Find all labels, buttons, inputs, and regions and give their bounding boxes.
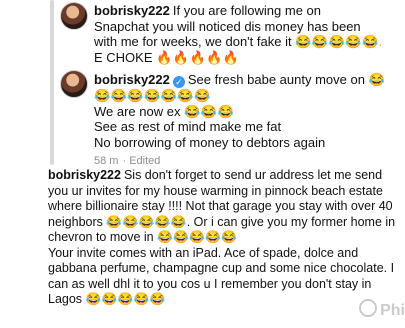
timestamp: 58 m xyxy=(94,155,119,167)
laughing-emoji-icon: 😂😂😂😂😂😂😂 xyxy=(94,88,211,103)
comment-text: Snapchat you will noticed dis money has … xyxy=(94,18,361,34)
fire-emoji-icon: 🔥🔥🔥🔥🔥 xyxy=(156,49,240,65)
comment-text: Your invite comes with an iPad. Ace of s… xyxy=(48,245,359,260)
watermark: Phi xyxy=(359,299,405,320)
comment-text: gabbana perfume, champagne cup and some … xyxy=(48,261,395,275)
comment-text: where billionaire stay !!!! Not that gar… xyxy=(48,199,393,213)
comment-thread: bobrisky222 If you are following me on Sn… xyxy=(0,0,405,328)
comment-text: chevron to move in xyxy=(48,230,154,244)
comment-1: bobrisky222 If you are following me on Sn… xyxy=(94,3,394,65)
laughing-emoji-icon: 😂😂😂 xyxy=(184,103,235,119)
comment-text: neighbors xyxy=(48,214,103,229)
comment-text: See fresh babe aunty move on xyxy=(187,72,365,87)
avatar[interactable] xyxy=(60,2,88,30)
comment-text: If you are following me on xyxy=(172,3,322,18)
watermark-text: Phi xyxy=(380,302,405,319)
comment-text: No borrowing of money to debtors again xyxy=(94,134,326,150)
watermark-icon xyxy=(359,299,378,317)
comment-text: E CHOKE xyxy=(94,49,153,65)
laughing-emoji-icon: 😂 xyxy=(368,72,386,87)
comment-text: We are now ex xyxy=(94,103,181,119)
comment-text: Lagos xyxy=(48,292,83,306)
comment-text: . Or i can give you my former home in xyxy=(186,214,396,229)
laughing-emoji-icon: 😂😂😂😂😂 xyxy=(85,292,166,306)
comment-2: bobrisky222 ✓ See fresh babe aunty move on… xyxy=(94,72,394,170)
username[interactable]: bobrisky222 xyxy=(94,72,170,87)
verified-badge-icon: ✓ xyxy=(172,76,185,88)
comment-3: bobrisky222 Sis don't forget to send ur a… xyxy=(48,168,403,308)
comment-text: you ur invites for my house warming in p… xyxy=(48,183,383,198)
comment-text: can as well dhl it to you cos u I rememb… xyxy=(48,276,372,291)
comment-text: See as rest of mind make me fat xyxy=(94,119,282,134)
laughing-emoji-icon: 😂😂😂😂😂. xyxy=(295,34,383,49)
comment-text: with me for weeks, we don't fake it xyxy=(94,34,292,49)
avatar[interactable] xyxy=(60,70,88,98)
edited-label: · Edited xyxy=(122,155,161,167)
comment-text: Sis don't forget to send ur address let … xyxy=(123,168,383,182)
laughing-emoji-icon: 😂😂😂😂😂 xyxy=(157,230,238,244)
username[interactable]: bobrisky222 xyxy=(94,3,170,18)
laughing-emoji-icon: 😂😂😂😂😂 xyxy=(106,214,187,229)
username[interactable]: bobrisky222 xyxy=(48,168,121,182)
quote-bar xyxy=(50,0,54,165)
